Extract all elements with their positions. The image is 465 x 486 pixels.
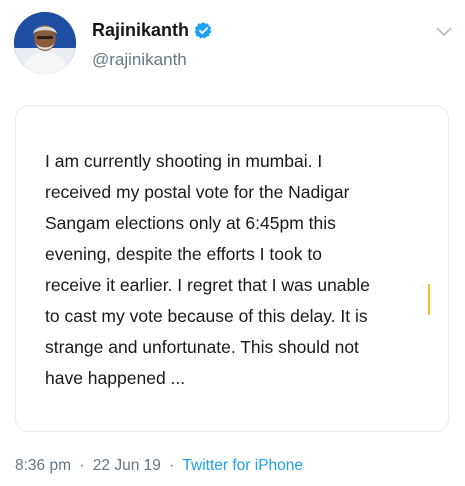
verified-badge-icon xyxy=(194,21,213,40)
author-name-row[interactable]: Rajinikanth xyxy=(92,20,213,41)
profile-photo xyxy=(14,12,76,74)
text-cursor-mark xyxy=(428,284,430,315)
tweet-meta: 8:36 pm · 22 Jun 19 · Twitter for iPhone xyxy=(15,457,303,475)
display-name[interactable]: Rajinikanth xyxy=(92,20,189,41)
meta-separator: · xyxy=(79,457,85,474)
tweet-statement-text: I am currently shooting in mumbai. I rec… xyxy=(45,151,370,388)
tweet-date[interactable]: 22 Jun 19 xyxy=(93,457,161,474)
author-handle[interactable]: @rajinikanth xyxy=(92,50,187,70)
meta-separator: · xyxy=(169,457,175,474)
tweet-source-link[interactable]: Twitter for iPhone xyxy=(182,457,303,474)
tweet-image-card[interactable]: I am currently shooting in mumbai. I rec… xyxy=(15,105,449,432)
tweet-time[interactable]: 8:36 pm xyxy=(15,457,71,474)
avatar[interactable] xyxy=(14,12,76,74)
chevron-down-icon[interactable] xyxy=(436,24,452,36)
tweet: Rajinikanth @rajinikanth I am currently … xyxy=(0,0,465,486)
